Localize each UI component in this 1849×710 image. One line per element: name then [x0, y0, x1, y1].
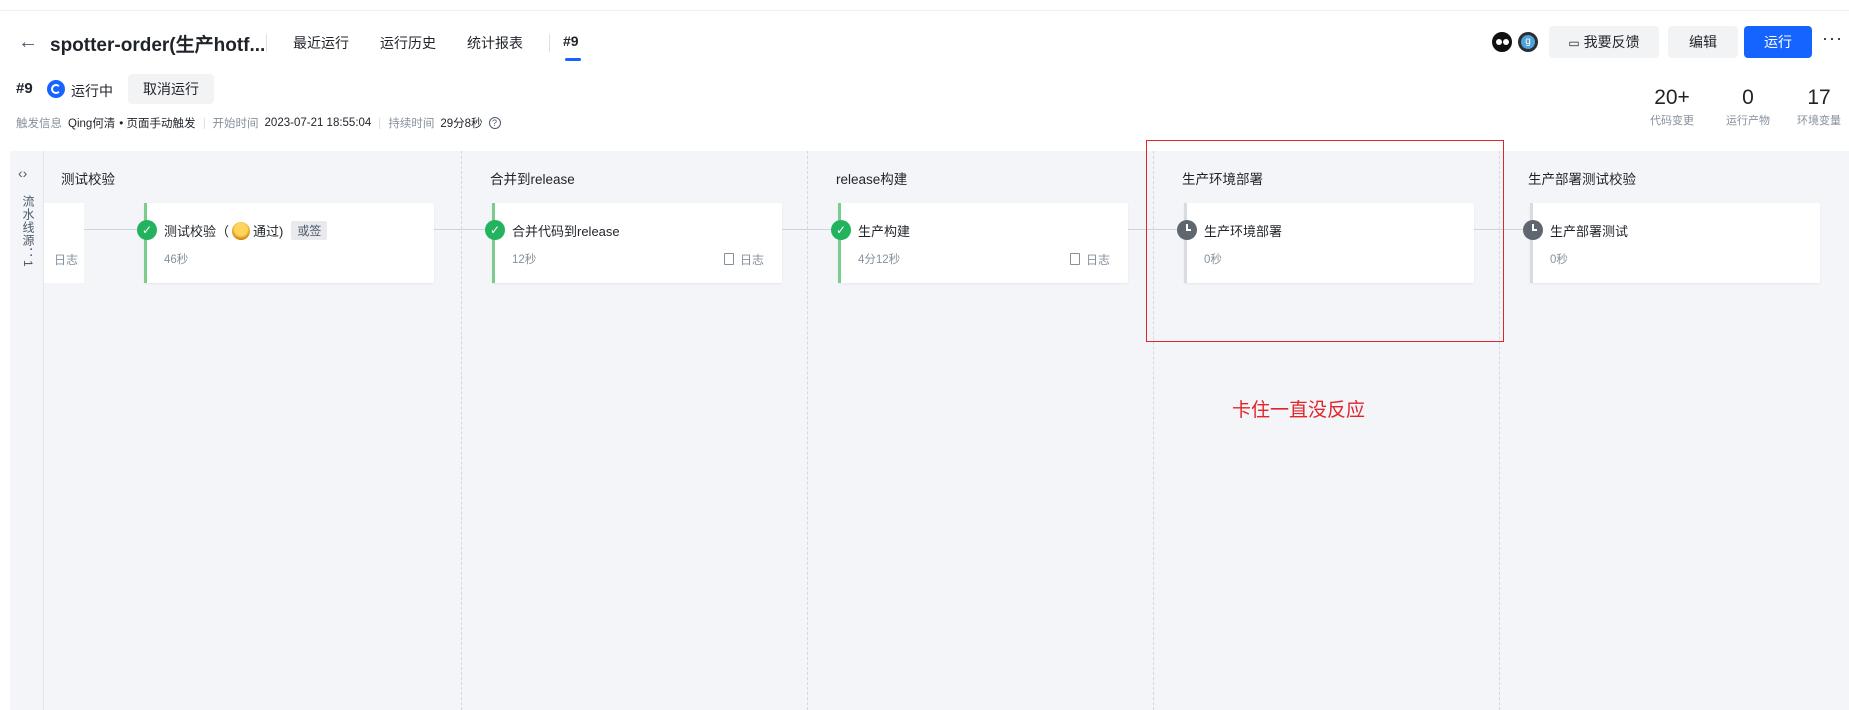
- stat-code-changes[interactable]: 20+ 代码变更: [1650, 86, 1694, 128]
- run-button[interactable]: 运行: [1744, 26, 1812, 58]
- trigger-label: 触发信息: [16, 118, 62, 130]
- divider: [379, 117, 381, 129]
- duration: 29分8秒: [440, 118, 483, 130]
- job-card-prod-build[interactable]: 生产构建 4分12秒 日志: [838, 203, 1128, 283]
- status-bar: [838, 203, 841, 283]
- start-time: 2023-07-21 18:55:04: [264, 117, 372, 129]
- connector-line: [84, 229, 144, 230]
- trigger-user[interactable]: Qing何清: [68, 115, 115, 131]
- feedback-button[interactable]: ▭ 我要反馈: [1549, 26, 1659, 58]
- log-link[interactable]: 日志: [54, 251, 78, 268]
- job-name: 合并代码到release: [512, 224, 620, 239]
- stage-divider: [807, 151, 808, 710]
- job-duration: 0秒: [1550, 254, 1568, 266]
- stage-divider: [461, 151, 462, 710]
- job-duration: 4分12秒: [858, 254, 901, 266]
- stat-label: 环境变量: [1797, 115, 1841, 127]
- job-name: 生产构建: [858, 224, 911, 239]
- trigger-source: • 页面手动触发: [119, 118, 196, 130]
- status-bar: [1530, 203, 1533, 283]
- success-check-icon: ✓: [831, 220, 851, 240]
- annotation-note: 卡住一直没反应: [1232, 400, 1366, 421]
- job-name-text: 测试校验（: [164, 224, 230, 239]
- stat-label: 运行产物: [1726, 115, 1770, 127]
- log-link[interactable]: 日志: [1070, 251, 1110, 268]
- run-status-text: 运行中: [71, 83, 113, 99]
- success-check-icon: ✓: [485, 220, 505, 240]
- back-arrow-icon[interactable]: ←: [14, 28, 42, 56]
- divider: [203, 117, 205, 129]
- pipeline-run-page: ← spotter-order(生产hotf... 最近运行 运行历史 统计报表…: [0, 0, 1849, 710]
- run-meta: 触发信息 Qing何清 • 页面手动触发 开始时间 2023-07-21 18:…: [16, 115, 501, 131]
- avatar[interactable]: g: [1516, 30, 1540, 54]
- feedback-label: 我要反馈: [1583, 34, 1640, 50]
- job-name: 测试校验（ 通过) 或签: [164, 221, 328, 240]
- stage-title: release构建: [836, 172, 908, 187]
- pipeline-source-label: 流水线源：1: [21, 195, 35, 268]
- duration-label: 持续时间: [388, 118, 435, 130]
- approval-mode-tag: 或签: [291, 221, 328, 240]
- stage-title: 合并到release: [490, 172, 575, 187]
- edit-button[interactable]: 编辑: [1668, 26, 1738, 58]
- annotation-highlight-box: [1146, 140, 1504, 342]
- run-number: #9: [16, 80, 33, 97]
- stat-value: 17: [1807, 86, 1831, 109]
- code-toggle-icon[interactable]: ‹›: [18, 165, 27, 181]
- stage-title: 生产部署测试校验: [1528, 172, 1636, 187]
- divider: [549, 34, 550, 52]
- success-check-icon: ✓: [137, 220, 157, 240]
- job-duration: 46秒: [164, 254, 189, 266]
- job-card-prod-deploy-test[interactable]: 生产部署测试 0秒: [1530, 203, 1820, 283]
- status-bar: [492, 203, 495, 283]
- comment-icon: ▭: [1568, 36, 1580, 50]
- tab-recent-runs[interactable]: 最近运行: [293, 33, 349, 53]
- log-link[interactable]: 日志: [724, 251, 764, 268]
- approver-avatar: [232, 221, 251, 240]
- tab-statistics[interactable]: 统计报表: [467, 33, 523, 53]
- cancel-run-button[interactable]: 取消运行: [128, 74, 214, 104]
- stat-artifacts[interactable]: 0 运行产物: [1726, 86, 1770, 128]
- clock-icon: [1523, 220, 1543, 240]
- stat-value: 0: [1742, 86, 1754, 109]
- status-bar: [144, 203, 147, 283]
- stat-env-vars[interactable]: 17 环境变量: [1797, 86, 1841, 128]
- more-icon[interactable]: ···: [1822, 28, 1843, 49]
- stat-value: 20+: [1654, 86, 1690, 109]
- previous-job-card[interactable]: 日志: [44, 203, 84, 283]
- avatar[interactable]: [1490, 30, 1514, 54]
- job-name: 生产部署测试: [1550, 224, 1629, 239]
- job-card-merge-release[interactable]: 合并代码到release 12秒 日志: [492, 203, 782, 283]
- running-status-icon: [47, 80, 65, 98]
- approval-status: 通过): [253, 224, 284, 239]
- pipeline-title: spotter-order(生产hotf...: [50, 35, 266, 56]
- divider: [266, 34, 267, 52]
- top-divider: [0, 10, 1849, 11]
- help-icon[interactable]: ?: [488, 117, 501, 129]
- start-time-label: 开始时间: [212, 118, 259, 130]
- tab-run-history[interactable]: 运行历史: [380, 33, 436, 53]
- stage-title: 测试校验: [61, 172, 115, 187]
- job-card-test-check[interactable]: 测试校验（ 通过) 或签 46秒: [144, 203, 434, 283]
- active-tab-indicator: [565, 58, 581, 61]
- pipeline-source-sidebar: ‹› 流水线源：1: [10, 151, 44, 710]
- job-duration: 12秒: [512, 254, 537, 266]
- tab-current-run[interactable]: #9: [563, 33, 579, 49]
- header-bar: ← spotter-order(生产hotf... 最近运行 运行历史 统计报表…: [0, 22, 1849, 62]
- avatar-letter: g: [1521, 35, 1535, 49]
- stat-label: 代码变更: [1650, 115, 1694, 127]
- pipeline-canvas: ‹› 流水线源：1 日志 测试校验 测试校验（ 通过) 或签 46秒 ✓ 合并到re…: [10, 151, 1849, 710]
